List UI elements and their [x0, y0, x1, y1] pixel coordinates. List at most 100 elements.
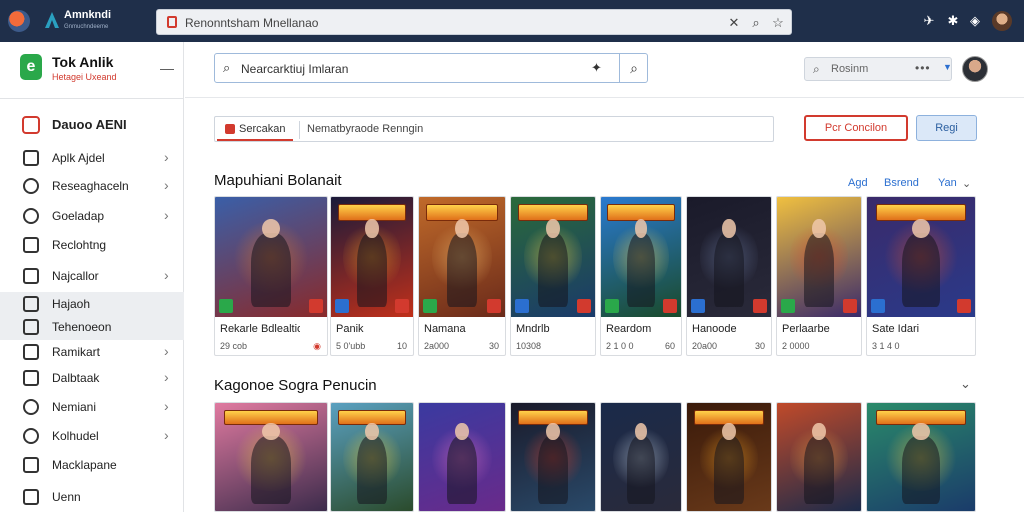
- platform-badge-icon: [605, 299, 619, 313]
- game-meta: 3 1 4 0: [872, 341, 900, 351]
- sidebar-item[interactable]: Macklapane: [0, 453, 184, 478]
- address-url[interactable]: Renonntsham Mnellanao: [185, 16, 318, 30]
- platform-badge-icon: [781, 299, 795, 313]
- sidebar-item[interactable]: Hajaoh: [0, 292, 184, 317]
- menu-icon[interactable]: —: [160, 60, 174, 76]
- section-link[interactable]: Bsrend: [884, 177, 919, 189]
- section-title: Kagonoe Sogra Penucin: [214, 377, 377, 394]
- browser-logo-icon[interactable]: [8, 10, 30, 32]
- location-icon[interactable]: ◈: [966, 12, 984, 30]
- game-title: Hanoode: [692, 323, 737, 335]
- section-link[interactable]: Yan: [938, 177, 957, 189]
- filter-tab-label: Sercakan: [239, 123, 286, 135]
- chevron-down-icon[interactable]: ▼: [943, 62, 952, 72]
- sidebar-item-label: Reseaghaceln: [52, 179, 129, 193]
- game-cover-image: [867, 403, 975, 511]
- platform-badge-icon: [691, 299, 705, 313]
- game-card[interactable]: Rekarle Bdlealtiom 29 cob ◉: [214, 196, 328, 356]
- pin-icon[interactable]: ✈: [920, 12, 938, 30]
- sidebar-item[interactable]: Uenn: [0, 485, 184, 510]
- game-card[interactable]: [510, 402, 596, 512]
- sidebar-section-header[interactable]: Dauoo AENI: [0, 112, 184, 138]
- game-card[interactable]: [866, 402, 976, 512]
- game-card[interactable]: [686, 402, 772, 512]
- sidebar-item[interactable]: Ramikart ›: [0, 340, 184, 365]
- character-head: [812, 422, 826, 441]
- circle-icon: [23, 208, 39, 224]
- platform-badge-icon: [423, 299, 437, 313]
- game-cover-image: [777, 403, 861, 511]
- sidebar-item-label: Najcallor: [52, 269, 99, 283]
- chevron-down-icon[interactable]: ⌄: [962, 177, 971, 190]
- filter-separator: [299, 121, 300, 139]
- rating-badge-icon: [309, 299, 323, 313]
- character-figure: [537, 233, 569, 308]
- rating-badge-icon: [663, 299, 677, 313]
- secondary-search-input[interactable]: Rosinm: [831, 63, 868, 75]
- game-title: Mndrlb: [516, 323, 550, 335]
- sidebar-item[interactable]: Tehenoeon: [0, 315, 184, 340]
- browser-profile-avatar[interactable]: [992, 11, 1012, 31]
- game-card[interactable]: Mndrlb 10308: [510, 196, 596, 356]
- more-icon[interactable]: •••: [915, 61, 931, 75]
- sidebar-item[interactable]: Najcallor ›: [0, 264, 184, 289]
- chevron-right-icon: ›: [164, 177, 169, 193]
- close-icon[interactable]: ✕: [725, 14, 743, 32]
- sidebar-item[interactable]: Kolhudel ›: [0, 424, 184, 449]
- sidebar-item[interactable]: Reclohtng: [0, 233, 184, 258]
- section-link[interactable]: Agd: [848, 177, 868, 189]
- game-cover-image: [331, 403, 413, 511]
- game-card[interactable]: Namana 2a000 30: [418, 196, 506, 356]
- game-card[interactable]: [330, 402, 414, 512]
- sidebar: e Tok Anlik Hetagei Uxeand — Dauoo AENI …: [0, 42, 184, 512]
- chevron-down-icon[interactable]: ⌄: [960, 376, 971, 392]
- sidebar-item[interactable]: Dalbtaak ›: [0, 366, 184, 391]
- game-meta: 2 1 0 0: [606, 341, 634, 351]
- pin-icon[interactable]: ✦: [591, 60, 602, 76]
- game-card[interactable]: Hanoode 20a00 30: [686, 196, 772, 356]
- brand-logo-icon[interactable]: e: [20, 54, 42, 80]
- game-card[interactable]: [214, 402, 328, 512]
- game-card[interactable]: Panik 5 0'ubb 10: [330, 196, 414, 356]
- brand: e Tok Anlik Hetagei Uxeand —: [0, 42, 184, 98]
- sidebar-item[interactable]: Aplk Ajdel ›: [0, 146, 184, 171]
- game-card[interactable]: Sate Idari 3 1 4 0: [866, 196, 976, 356]
- chevron-right-icon: ›: [164, 267, 169, 283]
- character-figure: [626, 436, 656, 505]
- game-card[interactable]: [418, 402, 506, 512]
- sidebar-item[interactable]: Reseaghaceln ›: [0, 174, 184, 199]
- chevron-right-icon: ›: [164, 149, 169, 165]
- filter-bar: Sercakan Nematbyraode Renngin: [214, 116, 774, 142]
- filter-input[interactable]: Nematbyraode Renngin: [307, 123, 423, 135]
- character-figure: [901, 233, 941, 308]
- game-card[interactable]: [600, 402, 682, 512]
- brand-subtitle: Hetagei Uxeand: [52, 72, 117, 82]
- sidebar-item[interactable]: Goeladap ›: [0, 204, 184, 229]
- primary-outline-button[interactable]: Pcr Concilon: [804, 115, 908, 141]
- secondary-search[interactable]: ⌕ Rosinm ••• ▼: [804, 57, 952, 81]
- character-head: [634, 218, 648, 238]
- character-figure: [446, 436, 478, 505]
- filter-tab[interactable]: Sercakan: [217, 119, 294, 141]
- search-input[interactable]: Nearcarktiuj Imlaran: [241, 62, 348, 76]
- sidebar-item[interactable]: Nemiani ›: [0, 395, 184, 420]
- game-card[interactable]: Perlaarbe 2 0000: [776, 196, 862, 356]
- chevron-right-icon: ›: [164, 207, 169, 223]
- game-card[interactable]: [776, 402, 862, 512]
- sidebar-item-label: Dalbtaak: [52, 371, 100, 385]
- settings-icon[interactable]: ✱: [944, 12, 962, 30]
- search-circle-icon: [23, 399, 39, 415]
- search-icon[interactable]: ⌕: [747, 14, 765, 32]
- secondary-button[interactable]: Regi: [916, 115, 977, 141]
- star-icon[interactable]: ☆: [769, 14, 787, 32]
- game-cover-image: [687, 197, 771, 317]
- square-icon: [23, 296, 39, 312]
- search-button[interactable]: ⌕: [619, 53, 648, 83]
- game-card[interactable]: Reardom 2 1 0 0 60: [600, 196, 682, 356]
- user-avatar[interactable]: [962, 56, 988, 82]
- address-bar[interactable]: Renonntsham Mnellanao ✕ ⌕ ☆: [156, 9, 792, 35]
- character-head: [262, 218, 280, 238]
- main-search[interactable]: ⌕ Nearcarktiuj Imlaran ✦ ⌕: [214, 53, 648, 83]
- game-title: Panik: [336, 323, 364, 335]
- game-cover-image: [601, 197, 681, 317]
